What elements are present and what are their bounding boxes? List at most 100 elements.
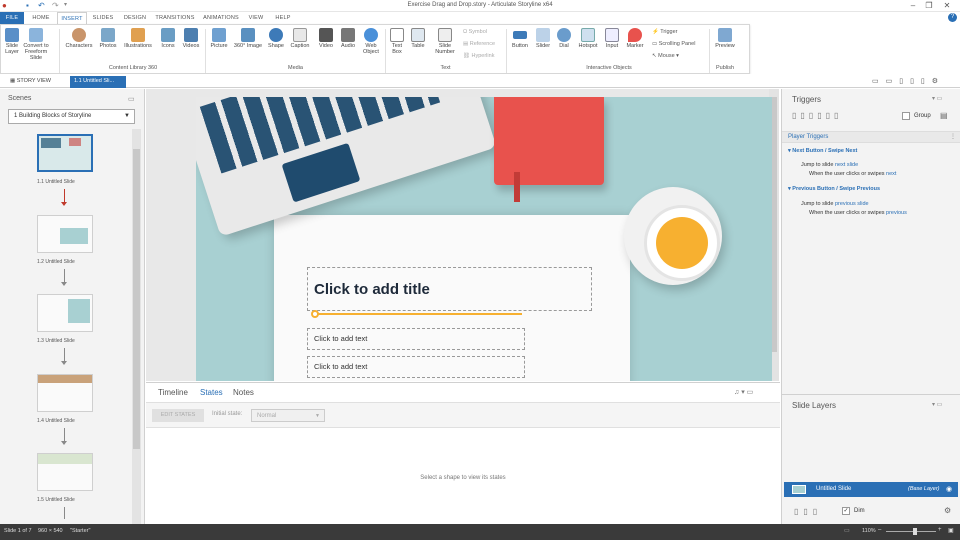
trigger-action-1[interactable]: Jump to slide next slide: [801, 162, 858, 169]
player-icon[interactable]: ♫ ▾ ▭: [734, 388, 753, 396]
table-button[interactable]: Table: [408, 28, 428, 49]
symbol-button[interactable]: Ω Symbol: [463, 29, 487, 36]
panel-options-icon[interactable]: ▾ ▭: [932, 401, 942, 408]
tab-file[interactable]: FILE: [0, 12, 24, 24]
branch-arrow: [64, 428, 65, 442]
scrolling-panel-button[interactable]: ▭ Scrolling Panel: [652, 41, 695, 48]
scrollbar-thumb[interactable]: [133, 149, 140, 449]
trigger-condition-1[interactable]: When the user clicks or swipes next: [809, 171, 896, 178]
initial-state-select[interactable]: Normal ▼: [251, 409, 325, 422]
tab-states[interactable]: States: [200, 388, 223, 397]
panel-options-icon[interactable]: ▾ ▭: [932, 95, 942, 102]
chevron-down-icon: ▼: [315, 413, 320, 419]
button-icon: [513, 31, 527, 39]
group-checkbox[interactable]: [902, 112, 910, 120]
trigger-toolbar-icons[interactable]: ▯▯▯▯▯▯: [792, 111, 842, 120]
dim-label: Dim: [854, 508, 865, 514]
photos-button[interactable]: Photos: [97, 28, 119, 49]
slide-tab[interactable]: 1.1 Untitled Sli...: [70, 76, 126, 88]
slide-canvas[interactable]: Click to add title Click to add text Cli…: [196, 97, 772, 381]
image360-button[interactable]: 360° Image: [232, 28, 264, 49]
group-publish: Publish: [715, 65, 735, 71]
base-layer-row[interactable]: Untitled Slide (Base Layer) ◉: [784, 482, 958, 497]
device-preview-icons[interactable]: ▭▭▯▯▯⚙: [872, 77, 945, 85]
slide-thumbnail-5[interactable]: [37, 453, 93, 491]
web-object-button[interactable]: Web Object: [360, 28, 382, 55]
tab-timeline[interactable]: Timeline: [158, 388, 188, 397]
tab-transitions[interactable]: TRANSITIONS: [153, 12, 197, 24]
text-placeholder-1[interactable]: Click to add text: [307, 328, 525, 350]
caption-button[interactable]: Caption: [288, 28, 312, 49]
trigger-action-2[interactable]: Jump to slide previous slide: [801, 201, 869, 208]
audio-button[interactable]: Audio: [338, 28, 358, 49]
close-icon[interactable]: ✕: [940, 0, 954, 11]
slide-label-4: 1.4 Untitled Slide: [37, 418, 75, 424]
button-button[interactable]: Button: [509, 28, 531, 49]
zoom-in-icon[interactable]: +: [938, 527, 942, 533]
slide-label-1: 1.1 Untitled Slide: [37, 179, 75, 185]
trigger-list-icon[interactable]: ▤: [940, 111, 948, 120]
characters-button[interactable]: Characters: [63, 28, 95, 49]
picture-button[interactable]: Picture: [208, 28, 230, 49]
slider-icon: [536, 28, 550, 42]
title-placeholder[interactable]: Click to add title: [307, 267, 592, 311]
help-icon[interactable]: ?: [948, 13, 957, 22]
tab-help[interactable]: HELP: [271, 12, 295, 24]
scenes-scrollbar[interactable]: [132, 129, 141, 524]
trigger-button[interactable]: ⚡ Trigger: [652, 29, 678, 36]
hotspot-button[interactable]: Hotspot: [575, 28, 601, 49]
tab-design[interactable]: DESIGN: [120, 12, 150, 24]
hyperlink-button[interactable]: ⛓ Hyperlink: [463, 53, 494, 60]
icons-button[interactable]: Icons: [158, 28, 178, 49]
restore-icon[interactable]: ❐: [922, 0, 936, 11]
illustrations-button[interactable]: Illustrations: [121, 28, 155, 49]
story-view-tab[interactable]: ▦ STORY VIEW: [6, 76, 55, 88]
view-tabs-bar: ▦ STORY VIEW 1.1 Untitled Sli... ▭▭▯▯▯⚙: [0, 74, 960, 88]
text-placeholder-2[interactable]: Click to add text: [307, 356, 525, 378]
shape-button[interactable]: Shape: [266, 28, 286, 49]
slide-thumbnail-1[interactable]: [37, 134, 93, 172]
slide-thumbnail-4[interactable]: [37, 374, 93, 412]
zoom-slider[interactable]: [886, 528, 936, 535]
slide-number-button[interactable]: Slide Number: [431, 28, 459, 55]
eye-icon[interactable]: ◉: [946, 485, 952, 493]
dim-checkbox[interactable]: ✓: [842, 507, 850, 515]
title-text: Click to add title: [314, 281, 430, 298]
tab-notes[interactable]: Notes: [233, 388, 254, 397]
trigger-group-2[interactable]: ▾ Previous Button / Swipe Previous: [788, 186, 880, 193]
pin-icon[interactable]: ▭: [128, 95, 135, 103]
videos-button[interactable]: Videos: [180, 28, 202, 49]
marker-button[interactable]: Marker: [623, 28, 647, 49]
scene-dropdown[interactable]: 1 Building Blocks of Storyline ▼: [8, 109, 135, 124]
minimize-icon[interactable]: –: [906, 0, 920, 11]
slider-button[interactable]: Slider: [533, 28, 553, 49]
reference-button[interactable]: ▤ Reference: [463, 41, 495, 48]
input-button[interactable]: Input: [603, 28, 621, 49]
convert-freeform-button[interactable]: Convert to Freeform Slide: [22, 28, 50, 61]
more-icon[interactable]: ⋮: [950, 133, 956, 140]
trigger-group-1[interactable]: ▾ Next Button / Swipe Next: [788, 148, 857, 155]
tab-slides[interactable]: SLIDES: [90, 12, 116, 24]
text-box-button[interactable]: Text Box: [388, 28, 406, 55]
tab-insert[interactable]: INSERT: [57, 12, 87, 24]
video-button[interactable]: Video: [316, 28, 336, 49]
fit-icon[interactable]: ▭: [844, 527, 850, 534]
dial-button[interactable]: Dial: [555, 28, 573, 49]
fit-window-icon[interactable]: ▣: [948, 527, 954, 534]
mouse-button[interactable]: ↖ Mouse ▾: [652, 53, 679, 60]
slide-layer-button[interactable]: Slide Layer: [3, 28, 21, 55]
zoom-out-icon[interactable]: –: [878, 527, 881, 533]
preview-button[interactable]: Preview: [712, 28, 738, 49]
group-separator: [385, 29, 386, 73]
layer-toolbar-icons[interactable]: ▯▯▯: [794, 507, 822, 516]
zoom-slider-thumb[interactable]: [913, 528, 917, 535]
slide-thumbnail-3[interactable]: [37, 294, 93, 332]
layer-settings-icon[interactable]: ⚙: [944, 506, 951, 515]
trigger-condition-2[interactable]: When the user clicks or swipes previous: [809, 210, 907, 217]
slide-thumbnail-2[interactable]: [37, 215, 93, 253]
tab-animations[interactable]: ANIMATIONS: [199, 12, 243, 24]
tab-view[interactable]: VIEW: [245, 12, 267, 24]
edit-states-button[interactable]: EDIT STATES: [152, 409, 204, 422]
slide-count: Slide 1 of 7: [4, 528, 32, 534]
tab-home[interactable]: HOME: [28, 12, 54, 24]
